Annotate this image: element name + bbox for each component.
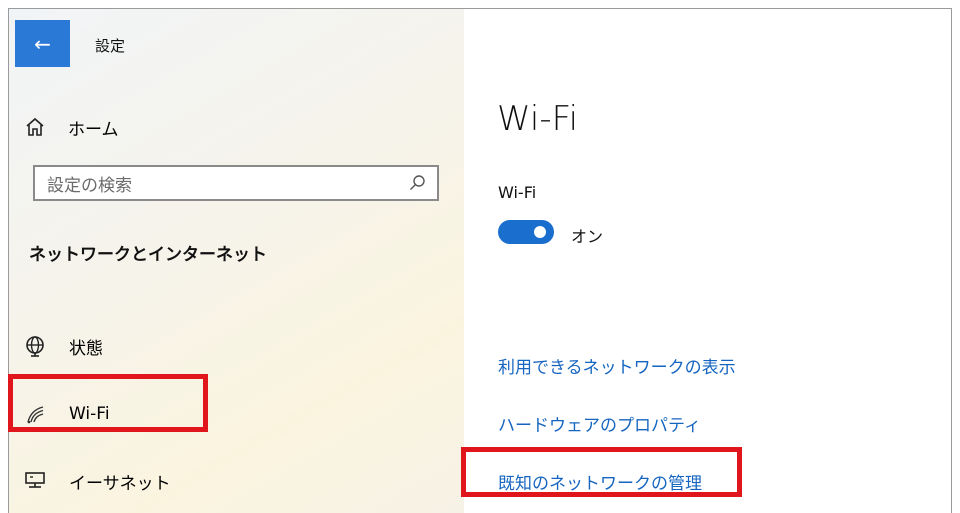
wifi-toggle-label: Wi-Fi (498, 183, 537, 202)
home-icon (23, 115, 47, 139)
page-title: Wi-Fi (497, 99, 579, 139)
app-title: 設定 (95, 37, 126, 55)
sidebar-item-label: 状態 (69, 338, 103, 359)
main-content: Wi-Fi Wi-Fi オン 利用できるネットワークの表示 ハードウェアのプロパ… (464, 9, 951, 513)
sidebar-item-wifi[interactable]: Wi-Fi (23, 399, 110, 429)
wifi-icon (23, 402, 47, 426)
sidebar-item-status[interactable]: 状態 (23, 331, 103, 361)
arrow-left-icon: ← (34, 31, 51, 56)
toggle-state-text: オン (571, 227, 604, 246)
link-hardware-properties[interactable]: ハードウェアのプロパティ (498, 411, 701, 436)
nav-home-label: ホーム (68, 119, 119, 140)
search-icon[interactable] (407, 173, 427, 193)
sidebar: ← 設定 ホーム 設定の検索 ネットワークとインターネット 状態 Wi-Fi イ… (9, 9, 464, 513)
sidebar-item-label: Wi-Fi (69, 404, 110, 424)
link-manage-known-networks[interactable]: 既知のネットワークの管理 (498, 469, 702, 494)
globe-icon (23, 334, 47, 358)
sidebar-item-ethernet[interactable]: イーサネット (23, 466, 171, 496)
toggle-knob (534, 226, 546, 238)
back-button[interactable]: ← (15, 20, 70, 67)
link-show-available-networks[interactable]: 利用できるネットワークの表示 (498, 353, 736, 378)
section-title: ネットワークとインターネット (29, 245, 267, 265)
nav-home[interactable]: ホーム (23, 113, 119, 141)
wifi-toggle[interactable] (498, 220, 554, 244)
sidebar-item-label: イーサネット (69, 473, 171, 494)
ethernet-icon (23, 469, 47, 493)
search-input[interactable]: 設定の検索 (47, 171, 407, 196)
settings-window: ← 設定 ホーム 設定の検索 ネットワークとインターネット 状態 Wi-Fi イ… (8, 8, 952, 513)
search-box[interactable]: 設定の検索 (33, 165, 439, 201)
